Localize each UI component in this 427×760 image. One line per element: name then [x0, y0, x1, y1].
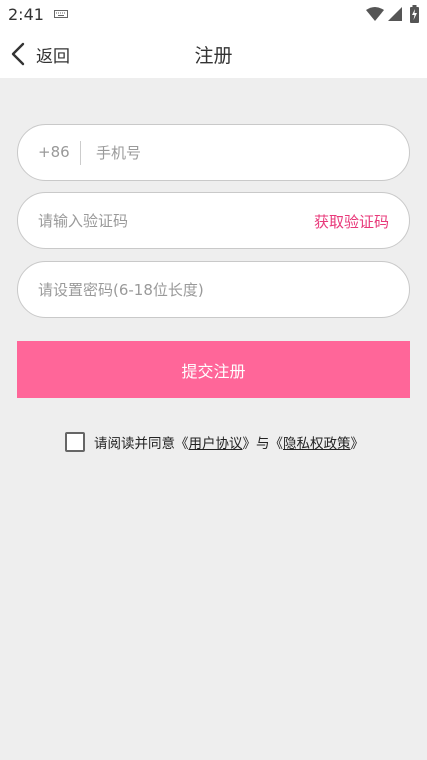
- privacy-open-quote: 《: [269, 436, 284, 452]
- divider: [80, 141, 81, 165]
- signal-icon: [388, 7, 402, 21]
- privacy-policy-link[interactable]: 隐私权政策: [283, 432, 351, 452]
- keyboard-icon: [54, 10, 68, 18]
- privacy-close-quote: 》: [350, 436, 365, 452]
- password-field: [17, 261, 410, 318]
- get-code-button[interactable]: 获取验证码: [314, 211, 389, 232]
- verification-code-field: 获取验证码: [17, 192, 410, 249]
- agreement-row: 请阅读并同意 《 用户协议 》 与 《 隐私权政策 》: [65, 431, 364, 453]
- agreement-open-quote: 《: [175, 436, 189, 452]
- agreement-prefix: 请阅读并同意: [94, 436, 175, 452]
- nav-bar: 返回 注册: [0, 30, 427, 78]
- status-time: 2:41: [8, 5, 44, 24]
- password-input[interactable]: [38, 262, 388, 317]
- agreement-conjunction: 与: [256, 436, 270, 452]
- country-code[interactable]: +86: [38, 143, 70, 161]
- submit-register-button[interactable]: 提交注册: [17, 341, 410, 398]
- phone-input[interactable]: [96, 125, 386, 180]
- status-bar: 2:41: [0, 0, 427, 30]
- chevron-left-icon: [11, 42, 25, 66]
- back-button[interactable]: 返回: [8, 38, 88, 70]
- user-agreement-link[interactable]: 用户协议: [189, 432, 243, 452]
- back-label: 返回: [36, 46, 70, 67]
- agreement-close-quote: 》: [242, 436, 257, 452]
- phone-field: +86: [17, 124, 410, 181]
- battery-charging-icon: [410, 5, 419, 23]
- wifi-icon: [366, 7, 384, 21]
- agreement-checkbox[interactable]: [65, 432, 85, 452]
- verification-code-input[interactable]: [38, 193, 288, 248]
